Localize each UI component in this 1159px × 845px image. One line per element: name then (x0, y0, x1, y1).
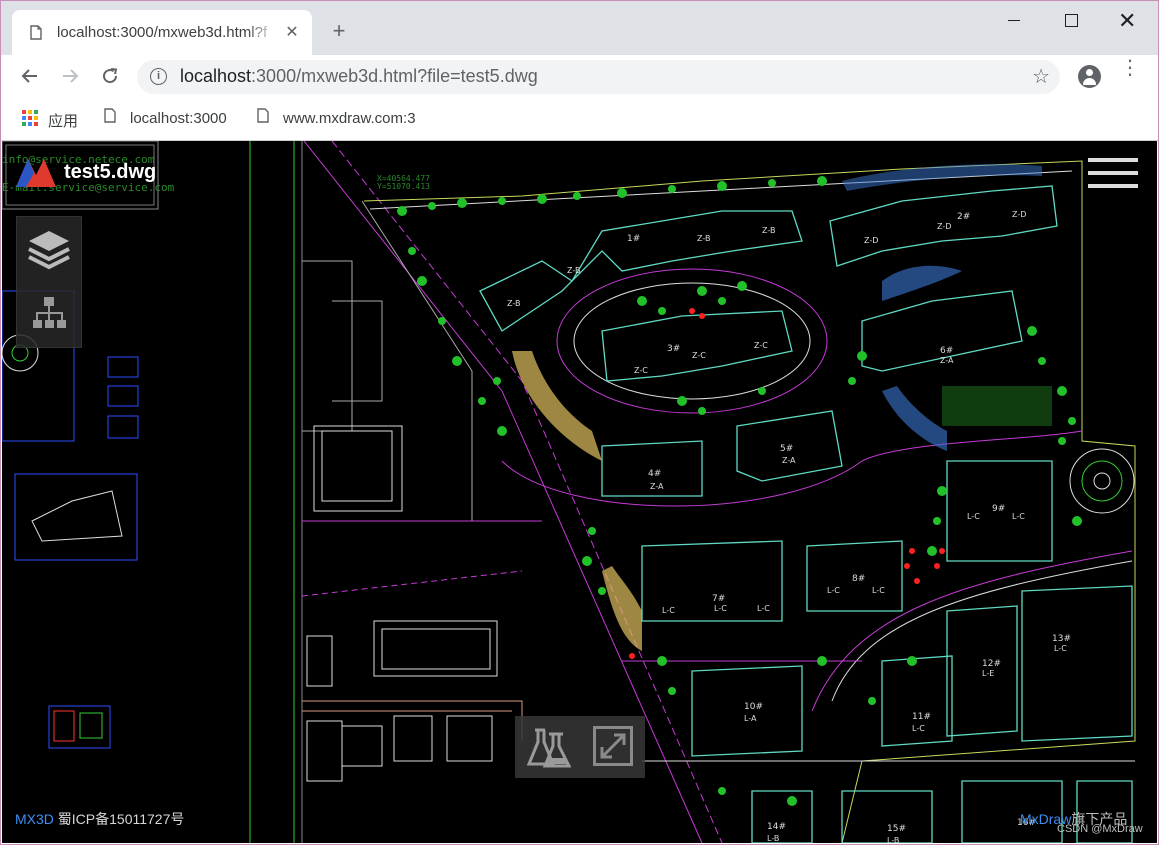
svg-text:5#: 5# (780, 444, 793, 454)
bottom-toolbox (515, 716, 645, 778)
svg-text:L-A: L-A (744, 714, 757, 723)
svg-text:L-C: L-C (714, 604, 727, 613)
svg-text:Z-A: Z-A (650, 482, 664, 491)
forward-arrow-icon[interactable] (56, 62, 84, 90)
layers-button[interactable] (27, 227, 71, 271)
svg-text:L-C: L-C (912, 724, 925, 733)
building-labels: 1# 2# 3# 4# 5# 6# 7# 8# 9# 10# 11# 12# 13# 14# 15#… (627, 212, 1071, 834)
svg-text:Z-A: Z-A (782, 456, 796, 465)
road-lines (301, 141, 723, 843)
svg-text:1#: 1# (627, 234, 640, 244)
expand-icon (600, 733, 626, 759)
apps-grid-icon[interactable] (22, 110, 38, 126)
window-close-icon[interactable]: ✕ (1118, 8, 1136, 34)
svg-text:3#: 3# (667, 344, 680, 354)
bookmark-page-icon (104, 108, 116, 123)
svg-text:7#: 7# (712, 594, 725, 604)
maximize-icon[interactable] (1065, 14, 1078, 27)
svg-text:2#: 2# (957, 212, 970, 222)
hierarchy-icon (33, 297, 66, 328)
svg-text:L-C: L-C (1054, 644, 1067, 653)
lab-flask-icon[interactable] (527, 724, 571, 770)
svg-text:Z-D: Z-D (937, 222, 951, 231)
csdn-watermark: CSDN @MxDraw (1057, 823, 1143, 835)
svg-text:Z-A: Z-A (940, 356, 954, 365)
svg-text:Z-D: Z-D (1012, 210, 1026, 219)
reload-icon[interactable] (96, 62, 124, 90)
svg-text:Z-B: Z-B (507, 299, 520, 308)
bookmark-item[interactable]: www.mxdraw.com:3 (283, 110, 425, 127)
profile-avatar-icon[interactable] (1078, 65, 1101, 88)
back-arrow-icon[interactable] (16, 62, 44, 90)
new-tab-button[interactable]: + (328, 20, 350, 42)
roundabout-feature (1069, 448, 1135, 514)
site-info-icon[interactable]: i (150, 68, 167, 85)
existing-buildings (306, 425, 498, 782)
url-host: localhost (180, 66, 252, 86)
svg-text:L-C: L-C (1012, 512, 1025, 521)
svg-text:Z-B: Z-B (762, 226, 775, 235)
svg-text:Z-C: Z-C (634, 366, 648, 375)
coord-y: Y=51070.413 (377, 182, 430, 191)
svg-text:10#: 10# (744, 702, 763, 712)
svg-text:8#: 8# (852, 574, 865, 584)
svg-text:L-B: L-B (767, 834, 779, 843)
bookmark-apps[interactable]: 应用 (48, 110, 78, 131)
main-menu-icon[interactable] (1088, 158, 1138, 190)
bookmark-item[interactable]: localhost:3000 (130, 110, 227, 127)
svg-text:L-B: L-B (887, 836, 899, 843)
svg-text:Z-B: Z-B (567, 266, 580, 275)
bookmark-page-icon (257, 108, 269, 123)
svg-text:6#: 6# (940, 346, 953, 356)
bookmark-star-icon[interactable]: ☆ (1032, 64, 1050, 89)
svg-text:L-C: L-C (967, 512, 980, 521)
fullscreen-button[interactable] (593, 726, 633, 766)
file-title: test5.dwg (64, 161, 157, 183)
tab-strip: localhost:3000/mxweb3d.html?file=test5.d… (0, 0, 1159, 55)
side-toolbar (16, 216, 82, 348)
minimize-icon[interactable] (1008, 20, 1020, 21)
svg-text:Z-D: Z-D (864, 236, 878, 245)
site-boundary (363, 160, 1136, 843)
browser-tab[interactable]: localhost:3000/mxweb3d.html?file=test5.d… (12, 10, 312, 55)
svg-text:12#: 12# (982, 659, 1001, 669)
icp-text[interactable]: 蜀ICP备15011727号 (54, 811, 185, 827)
svg-text:L-C: L-C (827, 586, 840, 595)
cad-viewer-canvas[interactable]: info@service.netece.com E-mail:service@s… (2, 141, 1157, 843)
inner-road (501, 268, 1135, 762)
svg-text:13#: 13# (1052, 634, 1071, 644)
svg-text:L-E: L-E (982, 669, 994, 678)
browser-menu-icon[interactable]: ⋮ (1120, 58, 1140, 78)
svg-text:L-C: L-C (662, 606, 675, 615)
svg-text:L-C: L-C (872, 586, 885, 595)
block-tree-button[interactable] (31, 295, 67, 331)
svg-text:15#: 15# (887, 824, 906, 834)
svg-text:14#: 14# (767, 822, 786, 832)
svg-text:4#: 4# (648, 469, 661, 479)
svg-text:11#: 11# (912, 712, 931, 722)
tab-title-fade (247, 20, 277, 45)
tab-title: localhost:3000/mxweb3d.html?file=test5.d… (57, 24, 267, 41)
url-text[interactable]: localhost:3000/mxweb3d.html?file=test5.d… (180, 66, 538, 87)
svg-text:L-C: L-C (757, 604, 770, 613)
url-path: :3000/mxweb3d.html?file=test5.dwg (251, 66, 538, 86)
icp-footer: MX3D 蜀ICP备15011727号 (15, 809, 184, 829)
browser-toolbar: i localhost:3000/mxweb3d.html?file=test5… (0, 55, 1159, 100)
page-icon (30, 25, 42, 40)
mx3d-brand[interactable]: MX3D (15, 811, 54, 827)
mx-logo-icon (16, 159, 56, 187)
layers-icon (28, 231, 70, 270)
red-markers (629, 308, 945, 659)
svg-text:Z-B: Z-B (697, 234, 710, 243)
address-bar[interactable]: i localhost:3000/mxweb3d.html?file=test5… (137, 60, 1060, 94)
tab-close-icon[interactable]: ✕ (282, 22, 302, 42)
svg-text:Z-C: Z-C (754, 341, 768, 350)
svg-text:9#: 9# (992, 504, 1005, 514)
svg-text:Z-C: Z-C (692, 351, 706, 360)
